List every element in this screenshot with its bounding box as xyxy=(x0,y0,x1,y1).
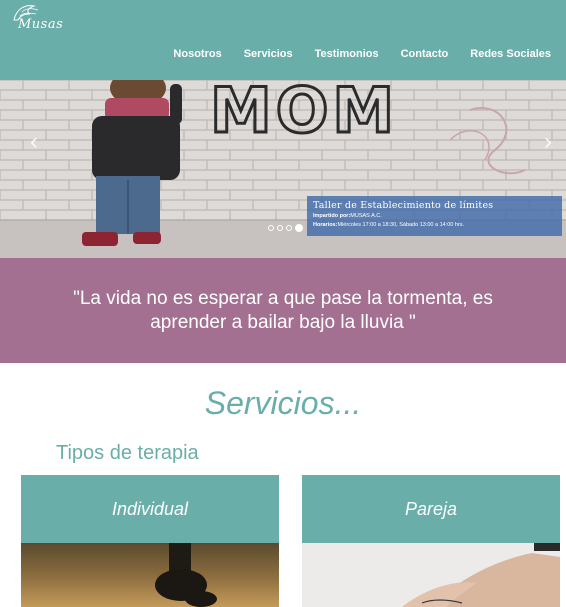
carousel-caption: Taller de Establecimiento de límites Imp… xyxy=(307,196,562,236)
carousel-dot[interactable] xyxy=(286,225,292,231)
carousel-dot[interactable] xyxy=(277,225,283,231)
therapy-types-heading: Tipos de terapia xyxy=(56,442,199,464)
nav-item-contacto[interactable]: Contacto xyxy=(390,46,460,62)
logo[interactable]: Musas xyxy=(8,2,78,34)
service-card-individual[interactable]: Individual xyxy=(21,475,279,607)
service-card-header: Pareja xyxy=(302,475,560,543)
quote-text: "La vida no es esperar a que pase la tor… xyxy=(73,287,493,333)
logo-text: Musas xyxy=(18,17,64,32)
caption-line-1-label: Impartido por: xyxy=(313,213,351,219)
carousel-next-icon[interactable]: › xyxy=(544,130,552,154)
services-title: Servicios... xyxy=(204,385,362,421)
caption-line-1: Impartido por:MUSAS A.C. xyxy=(307,211,562,220)
nav-item-nosotros[interactable]: Nosotros xyxy=(162,46,232,62)
carousel-dot-active[interactable] xyxy=(295,224,303,232)
nav-item-testimonios[interactable]: Testimonios xyxy=(304,46,390,62)
service-card-image xyxy=(21,543,279,607)
site-header: Musas Nosotros Servicios Testimonios Con… xyxy=(0,0,566,80)
carousel-dot[interactable] xyxy=(268,225,274,231)
nav-item-redes-sociales[interactable]: Redes Sociales xyxy=(459,46,562,62)
caption-line-2-value: Miércoles 17:00 a 18:30, Sábado 13:00 a … xyxy=(337,222,465,228)
service-card-header: Individual xyxy=(21,475,279,543)
main-nav: Nosotros Servicios Testimonios Contacto … xyxy=(162,46,562,62)
caption-line-1-value: MUSAS A.C. xyxy=(350,213,382,219)
service-card-label: Pareja xyxy=(404,498,458,519)
caption-line-2-label: Horarios: xyxy=(313,222,338,228)
nav-item-servicios[interactable]: Servicios xyxy=(233,46,304,62)
carousel-indicators xyxy=(268,224,303,232)
service-card-pareja[interactable]: Pareja xyxy=(302,475,560,607)
service-card-label: Individual xyxy=(111,498,189,519)
caption-title: Taller de Establecimiento de límites xyxy=(313,200,494,211)
quote-banner: "La vida no es esperar a que pase la tor… xyxy=(0,258,566,363)
caption-line-2: Horarios:Miércoles 17:00 a 18:30, Sábado… xyxy=(307,220,562,229)
hero-carousel[interactable]: MOM ‹ › Taller de Establecimiento de lím… xyxy=(0,80,566,258)
carousel-prev-icon[interactable]: ‹ xyxy=(30,130,38,154)
service-card-image xyxy=(302,543,560,607)
graffiti-text: MOM xyxy=(210,80,398,147)
